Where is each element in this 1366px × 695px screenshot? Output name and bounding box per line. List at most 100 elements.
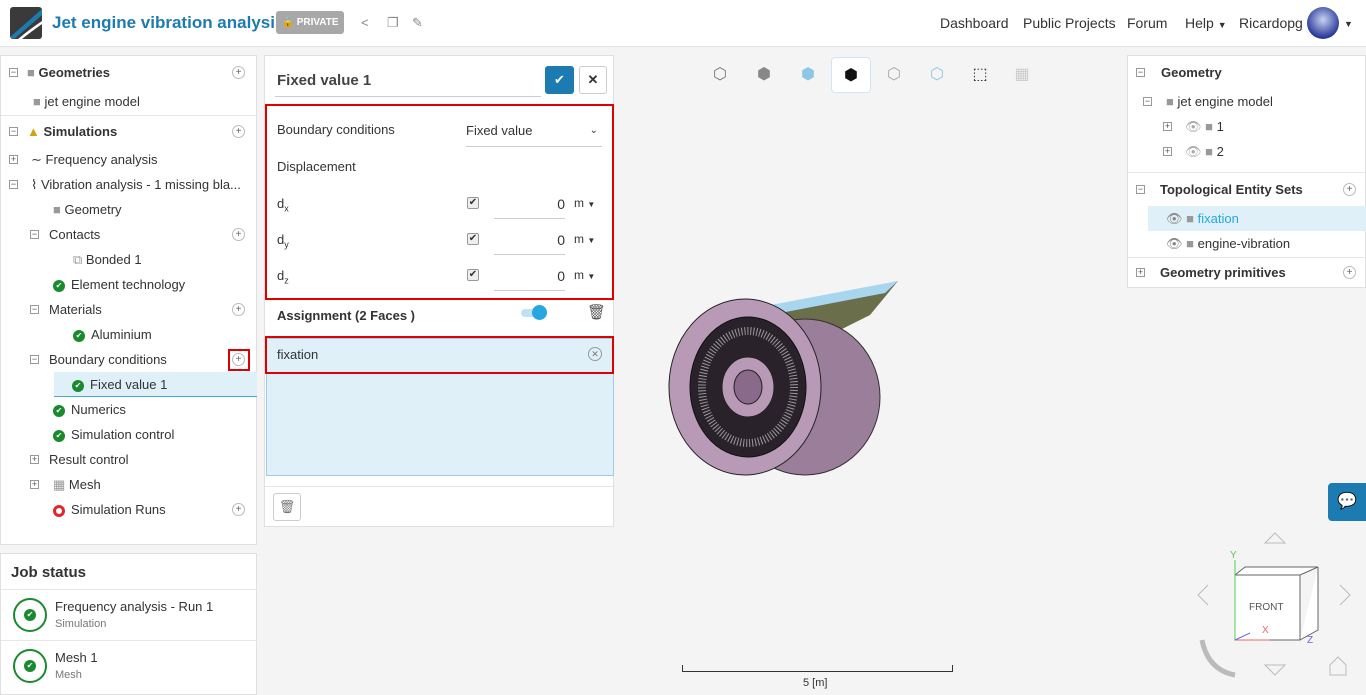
expand-icon[interactable]: +	[1163, 147, 1172, 156]
tree-item[interactable]: ■ Geometry	[53, 197, 122, 222]
view-selected-icon[interactable]: ⬢	[831, 57, 871, 93]
delete-button[interactable]: 🗑	[273, 493, 301, 521]
set-item[interactable]: 👁 ■ engine-vibration	[1166, 231, 1290, 256]
unit-select[interactable]: m ▼	[574, 268, 595, 282]
tree-item[interactable]: Contacts	[49, 222, 100, 247]
eye-icon[interactable]: 👁	[1185, 144, 1202, 159]
remove-entity-icon[interactable]: ✕	[588, 347, 602, 361]
component-value-input[interactable]: 0	[494, 190, 565, 219]
model-item[interactable]: ■ jet engine model	[1166, 89, 1273, 114]
nav-public-projects[interactable]: Public Projects	[1023, 15, 1116, 31]
tree-item[interactable]: Result control	[49, 447, 128, 472]
expand-icon[interactable]: +	[30, 480, 39, 489]
user-menu-chevron-icon[interactable]: ▼	[1344, 19, 1353, 29]
primitives-header[interactable]: Geometry primitives	[1160, 260, 1286, 285]
collapse-icon[interactable]: −	[9, 68, 18, 77]
assignment-toggle[interactable]	[521, 305, 547, 320]
collapse-icon[interactable]: −	[9, 127, 18, 136]
geometry-header[interactable]: Geometry	[1161, 60, 1222, 85]
tree-item[interactable]: ✔ Aluminium	[73, 322, 152, 347]
close-button[interactable]: ✕	[579, 66, 607, 94]
part-item[interactable]: 👁 ■ 1	[1185, 114, 1224, 139]
collapse-icon[interactable]: −	[30, 230, 39, 239]
topo-header[interactable]: Topological Entity Sets	[1160, 177, 1303, 202]
tree-item[interactable]: Boundary conditions	[49, 347, 167, 372]
tree-item[interactable]: Materials	[49, 297, 102, 322]
part-item[interactable]: 👁 ■ 2	[1185, 139, 1224, 164]
add-set-button[interactable]: +	[1343, 183, 1356, 196]
eye-icon[interactable]: 👁	[1185, 119, 1202, 134]
confirm-button[interactable]: ✔	[545, 66, 574, 94]
copy-icon[interactable]: ❐	[387, 15, 399, 31]
view-points-icon[interactable]: ⬡	[874, 57, 914, 93]
roll-icon[interactable]	[1199, 639, 1236, 678]
component-value-input[interactable]: 0	[494, 226, 565, 255]
unit-select[interactable]: m ▼	[574, 196, 595, 210]
set-item-selected[interactable]: 👁 ■ fixation	[1148, 206, 1366, 231]
add-run-button[interactable]: +	[232, 503, 245, 516]
tree-item[interactable]: ✔ Simulation control	[53, 422, 174, 447]
user-name[interactable]: Ricardopg	[1239, 15, 1303, 31]
add-simulation-button[interactable]: +	[232, 125, 245, 138]
home-icon[interactable]	[1329, 656, 1347, 676]
tree-simulations[interactable]: ▲ Simulations	[27, 119, 117, 144]
tree-item[interactable]: ▦ Mesh	[53, 472, 101, 497]
add-material-button[interactable]: +	[232, 303, 245, 316]
add-contact-button[interactable]: +	[232, 228, 245, 241]
box-select-icon[interactable]: ⬚	[960, 57, 1000, 93]
tree-item[interactable]: ⌇ Vibration analysis - 1 missing bla...	[31, 172, 241, 197]
tree-geometries[interactable]: ■ Geometries	[27, 60, 110, 85]
expand-icon[interactable]: +	[9, 155, 18, 164]
eye-icon[interactable]: 👁	[1166, 236, 1183, 251]
component-checkbox[interactable]: ✔	[467, 233, 479, 245]
collapse-icon[interactable]: −	[9, 180, 18, 189]
share-icon[interactable]: <	[361, 15, 369, 30]
collapse-icon[interactable]: −	[1143, 97, 1152, 106]
job-item[interactable]: ✔ Frequency analysis - Run 1 Simulation	[1, 589, 257, 640]
assigned-entity[interactable]: fixation	[277, 347, 318, 362]
tree-item[interactable]: ✔ Element technology	[53, 272, 185, 297]
add-boundary-condition-button[interactable]: +	[232, 353, 245, 366]
app-logo[interactable]	[10, 7, 42, 39]
component-checkbox[interactable]: ✔	[467, 197, 479, 209]
view-edges-icon[interactable]: ⬡	[917, 57, 957, 93]
rotate-up-icon[interactable]	[1263, 532, 1287, 544]
collapse-icon[interactable]: −	[1136, 185, 1145, 194]
nav-dashboard[interactable]: Dashboard	[940, 15, 1009, 31]
navigation-cube[interactable]: FRONT Y X Z	[1190, 525, 1366, 695]
tree-item[interactable]: Simulation Runs	[53, 497, 166, 522]
rotate-right-icon[interactable]	[1339, 584, 1351, 606]
component-value-input[interactable]: 0	[494, 262, 565, 291]
trash-icon[interactable]: 🗑	[587, 303, 606, 321]
eye-icon[interactable]: 👁	[1166, 211, 1183, 226]
view-solid-icon[interactable]: ⬢	[744, 57, 784, 93]
nav-help[interactable]: Help ▼	[1185, 15, 1227, 31]
view-transparent-icon[interactable]: ⬢	[788, 57, 828, 93]
component-checkbox[interactable]: ✔	[467, 269, 479, 281]
project-title[interactable]: Jet engine vibration analysis	[52, 13, 284, 33]
avatar[interactable]	[1307, 7, 1339, 39]
collapse-icon[interactable]: −	[1136, 68, 1145, 77]
tree-geometry-item[interactable]: ■ jet engine model	[33, 89, 140, 114]
tree-item[interactable]: ✔ Numerics	[53, 397, 126, 422]
add-primitive-button[interactable]: +	[1343, 266, 1356, 279]
tree-item[interactable]: ⧉ Bonded 1	[73, 247, 142, 272]
rotate-left-icon[interactable]	[1197, 584, 1209, 606]
expand-icon[interactable]: +	[1136, 268, 1145, 277]
nav-forum[interactable]: Forum	[1127, 15, 1167, 31]
bc-type-select[interactable]: Fixed value ⌄	[466, 114, 602, 147]
view-wireframe-icon[interactable]: ⬡	[700, 57, 740, 93]
add-geometry-button[interactable]: +	[232, 66, 245, 79]
jet-engine-model[interactable]	[660, 275, 910, 485]
expand-icon[interactable]: +	[1163, 122, 1172, 131]
collapse-icon[interactable]: −	[30, 355, 39, 364]
mesh-view-icon[interactable]: ▦	[1002, 57, 1042, 93]
job-item[interactable]: ✔ Mesh 1 Mesh	[1, 640, 257, 691]
edit-icon[interactable]: ✎	[412, 15, 423, 31]
expand-icon[interactable]: +	[30, 455, 39, 464]
rotate-down-icon[interactable]	[1263, 664, 1287, 676]
chat-button[interactable]: 💬	[1328, 483, 1366, 521]
unit-select[interactable]: m ▼	[574, 232, 595, 246]
tree-item[interactable]: ∼ Frequency analysis	[31, 147, 158, 172]
collapse-icon[interactable]: −	[30, 305, 39, 314]
